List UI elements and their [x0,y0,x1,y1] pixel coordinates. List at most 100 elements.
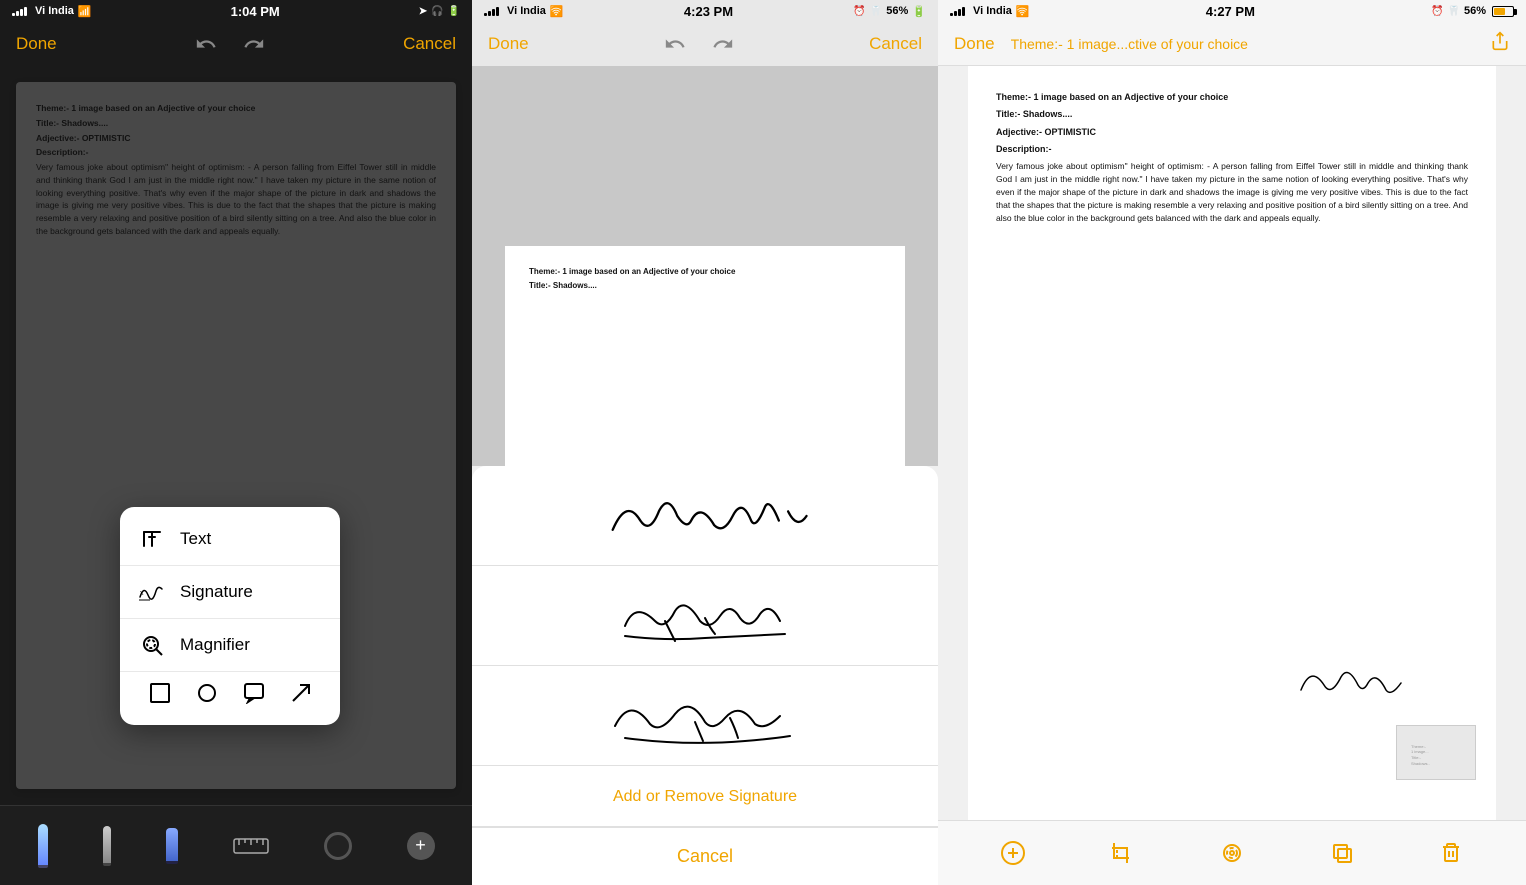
p3-desc: Very famous joke about optimism" height … [996,160,1468,226]
ruler-tool[interactable] [233,838,269,854]
doc-preview-2: Theme:- 1 image based on an Adjective of… [472,66,938,466]
redo-button-1[interactable] [240,30,268,58]
popup-label-text: Text [180,529,211,549]
toolbar-1: Done Cancel [0,22,472,66]
status-right-3: ⏰ 🦷 56% [1431,5,1514,17]
doc-title-2: Title:- Shadows.... [529,280,881,292]
p3-adj: Adjective:- OPTIMISTIC [996,125,1468,139]
popup-menu-1: Text x Signature [120,507,340,725]
color-picker[interactable] [324,832,352,860]
battery-icon-2: 🔋 [912,5,926,18]
carrier-1: Vi India [35,5,74,17]
svg-text:Shadows..: Shadows.. [1411,761,1430,766]
text-icon [138,525,166,553]
pen-tool-1[interactable] [38,824,48,868]
signature-list [472,466,938,768]
doc-theme-2: Theme:- 1 image based on an Adjective of… [529,266,881,278]
popup-item-magnifier[interactable]: Magnifier [120,619,340,671]
toolbar-icons-2 [661,30,737,58]
done-button-2[interactable]: Done [488,34,529,54]
status-left-3: Vi India 🛜 [950,5,1030,18]
toolbar-2: Done Cancel [472,22,938,66]
battery-2: 56% [886,5,908,17]
status-bar-3: Vi India 🛜 4:27 PM ⏰ 🦷 56% [938,0,1526,22]
popup-item-text[interactable]: Text [120,513,340,566]
signature-picker: Add or Remove Signature [472,466,938,827]
panel-3: Vi India 🛜 4:27 PM ⏰ 🦷 56% Done Theme:- … [938,0,1526,885]
time-2: 4:23 PM [684,4,733,19]
pen-tool-2[interactable] [103,826,111,866]
signal-icon-2 [484,7,499,16]
magnifier-icon [138,631,166,659]
status-bar-2: Vi India 🛜 4:23 PM ⏰ 🦷 56% 🔋 [472,0,938,22]
markup-tool-3[interactable] [1219,840,1245,866]
panel-1: Vi India 📶 1:04 PM ➤ 🎧 🔋 Done Cancel The… [0,0,472,885]
cancel-picker-button[interactable]: Cancel [472,827,938,885]
popup-label-signature: Signature [180,582,253,602]
done-button-3[interactable]: Done [954,34,995,54]
carrier-3: Vi India [973,5,1012,17]
cancel-button-1[interactable]: Cancel [403,34,456,54]
status-right-2: ⏰ 🦷 56% 🔋 [853,5,926,18]
time-1: 1:04 PM [231,4,280,19]
bottom-toolbar-3 [938,820,1526,885]
placed-signature [1296,655,1416,710]
bottom-toolbar-1: + [0,805,472,885]
done-button-1[interactable]: Done [16,34,57,54]
crop-tool-3[interactable] [1109,840,1135,866]
circle-icon[interactable] [196,682,218,709]
toolbar-3: Done Theme:- 1 image...ctive of your cho… [938,22,1526,66]
doc-theme-1: Theme:- 1 image based on an Adjective of… [36,102,436,115]
wifi-icon: 📶 [78,5,92,18]
p3-theme: Theme:- 1 image based on an Adjective of… [996,90,1468,104]
signature-icon: x [138,578,166,606]
battery-3: 56% [1464,5,1486,17]
doc-title-1: Title:- Shadows.... [36,117,436,130]
toolbar-icons-1 [192,30,268,58]
bluetooth-icon-3: 🦷 [1448,6,1460,17]
panel-2: Vi India 🛜 4:23 PM ⏰ 🦷 56% 🔋 Done Cancel… [472,0,938,885]
headphone-icon: 🎧 [431,6,443,17]
status-left-2: Vi India 🛜 [484,5,564,18]
square-icon[interactable] [149,682,171,709]
signal-icon-3 [950,7,965,16]
doc-area-1: Theme:- 1 image based on an Adjective of… [0,66,472,805]
doc-desc-1: Very famous joke about optimism" height … [36,161,436,238]
svg-text:Title:-: Title:- [1411,755,1422,760]
doc-desc-heading-1: Description:- [36,146,436,159]
status-right-1: ➤ 🎧 🔋 [419,6,460,17]
duplicate-tool-3[interactable] [1329,840,1355,866]
redo-button-2[interactable] [709,30,737,58]
arrow-icon[interactable] [290,682,312,709]
carrier-2: Vi India [507,5,546,17]
status-bar-1: Vi India 📶 1:04 PM ➤ 🎧 🔋 [0,0,472,22]
svg-text:1 image...: 1 image... [1411,749,1429,754]
share-button[interactable] [1490,31,1510,56]
doc-adj-1: Adjective:- OPTIMISTIC [36,132,436,145]
pen-tool-3[interactable] [166,828,178,864]
cancel-button-2[interactable]: Cancel [869,34,922,54]
bluetooth-icon-2: 🦷 [870,6,882,17]
p3-title: Title:- Shadows.... [996,107,1468,121]
status-left-1: Vi India 📶 [12,5,92,18]
doc-page-3: Theme:- 1 image based on an Adjective of… [968,66,1496,820]
signature-item-2[interactable] [472,566,938,666]
undo-button-2[interactable] [661,30,689,58]
popup-item-signature[interactable]: x Signature [120,566,340,619]
delete-tool-3[interactable] [1438,840,1464,866]
add-remove-signature-button[interactable]: Add or Remove Signature [472,768,938,827]
add-tool-3[interactable] [1000,840,1026,866]
speech-bubble-icon[interactable] [243,682,265,709]
battery-icon: 🔋 [448,6,460,17]
wifi-icon-2: 🛜 [550,5,564,18]
signature-item-1[interactable] [472,466,938,566]
doc-title-3: Theme:- 1 image...ctive of your choice [1011,36,1482,52]
doc-page-2: Theme:- 1 image based on an Adjective of… [505,246,905,466]
svg-text:x: x [140,590,144,597]
page-thumbnail: Theme:- 1 image... Title:- Shadows.. [1396,725,1476,780]
doc-area-3: Theme:- 1 image based on an Adjective of… [938,66,1526,820]
add-tool-button[interactable]: + [407,832,435,860]
undo-button-1[interactable] [192,30,220,58]
alarm-icon-2: ⏰ [853,6,865,17]
signature-item-3[interactable] [472,666,938,766]
